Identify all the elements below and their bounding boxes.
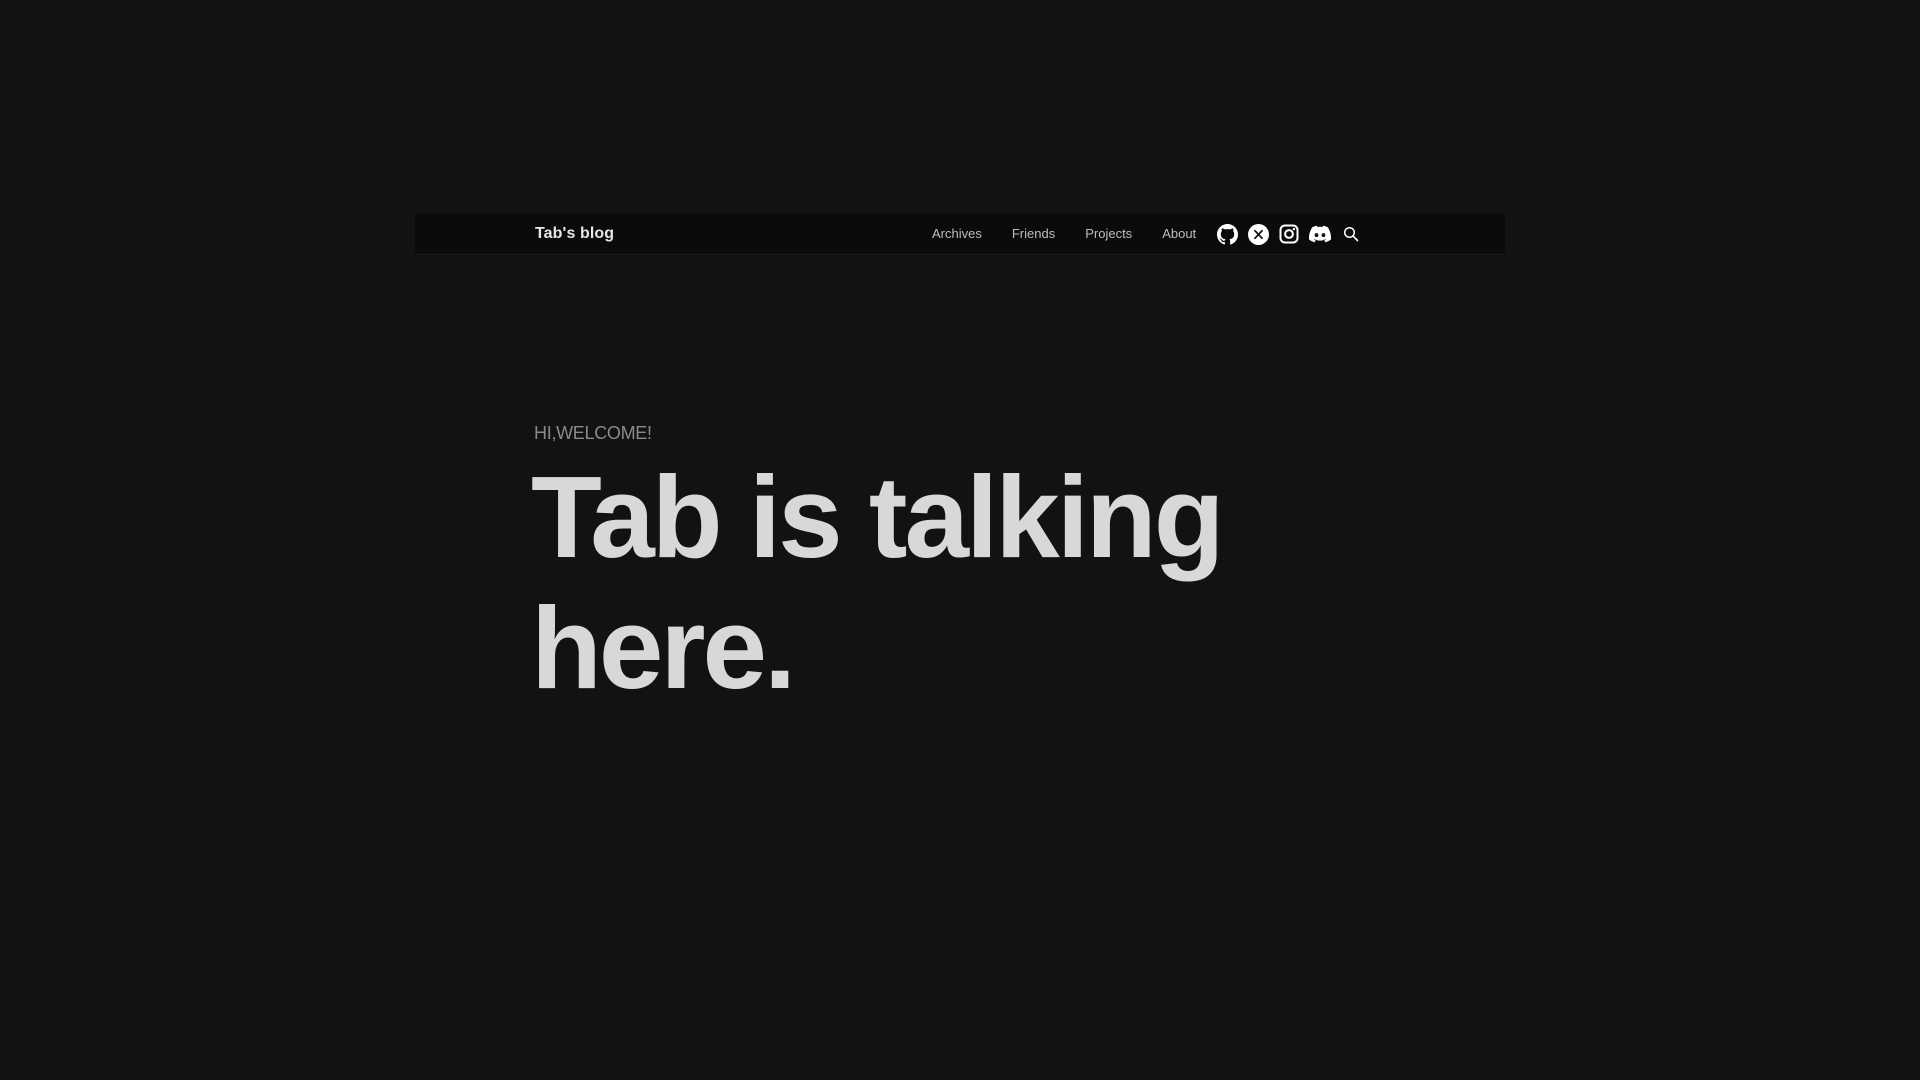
- site-title-link[interactable]: Tab's blog: [535, 214, 614, 254]
- nav-link-projects[interactable]: Projects: [1085, 214, 1132, 254]
- hero-title-line-1: Tab is talking: [531, 452, 1225, 582]
- nav-link-friends[interactable]: Friends: [1012, 214, 1055, 254]
- hero-title: Tab is talking here.: [531, 452, 1431, 714]
- discord-icon[interactable]: [1309, 223, 1332, 245]
- hero-kicker: HI,WELCOME!: [534, 423, 652, 443]
- hero-title-line-2: here.: [531, 583, 796, 713]
- search-icon[interactable]: [1340, 223, 1362, 245]
- nav-link-about[interactable]: About: [1162, 214, 1196, 254]
- x-icon[interactable]: [1247, 223, 1269, 245]
- nav-link-archives[interactable]: Archives: [932, 214, 982, 254]
- navbar: Tab's blog Archives Friends Projects Abo…: [415, 214, 1505, 255]
- page: Tab's blog Archives Friends Projects Abo…: [0, 0, 1920, 1080]
- nav-links: Archives Friends Projects About: [932, 214, 1371, 254]
- github-icon[interactable]: [1216, 223, 1238, 245]
- instagram-icon[interactable]: [1278, 223, 1300, 245]
